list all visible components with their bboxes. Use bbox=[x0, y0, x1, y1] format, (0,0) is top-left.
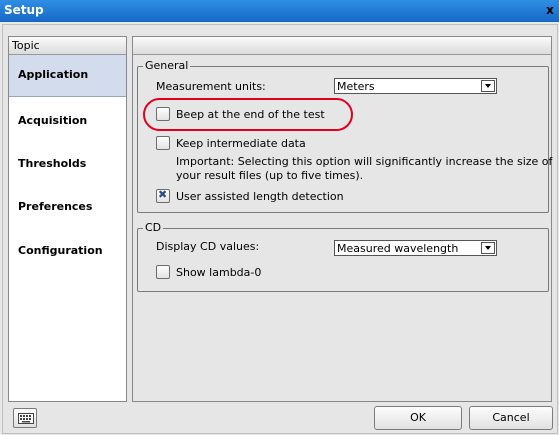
display-cd-select[interactable]: Measured wavelength bbox=[334, 240, 497, 256]
show-lambda-label: Show lambda-0 bbox=[176, 266, 262, 279]
ok-button[interactable]: OK bbox=[374, 406, 462, 430]
topic-item-label: Configuration bbox=[18, 244, 103, 257]
keep-intermediate-label: Keep intermediate data bbox=[176, 137, 306, 150]
measurement-units-label: Measurement units: bbox=[156, 80, 266, 93]
display-cd-value: Measured wavelength bbox=[337, 242, 459, 255]
topic-item-label: Thresholds bbox=[18, 157, 87, 170]
topic-header-label: Topic bbox=[12, 39, 40, 52]
important-note-line1: Important: Selecting this option will si… bbox=[176, 155, 553, 168]
show-lambda-checkbox[interactable] bbox=[156, 265, 170, 279]
topic-item-label: Application bbox=[18, 68, 89, 81]
display-cd-label: Display CD values: bbox=[156, 240, 260, 253]
measurement-units-value: Meters bbox=[337, 80, 375, 93]
user-assisted-checkbox[interactable] bbox=[156, 188, 170, 203]
topic-item-thresholds[interactable]: Thresholds bbox=[9, 144, 126, 185]
setup-window: Setup x Topic Application Acquisition Th… bbox=[0, 0, 559, 435]
close-icon[interactable]: x bbox=[543, 2, 557, 18]
general-legend: General bbox=[143, 59, 191, 72]
topic-item-label: Preferences bbox=[18, 200, 93, 213]
cd-legend: CD bbox=[143, 221, 164, 234]
highlight-annotation bbox=[143, 98, 353, 131]
topic-item-configuration[interactable]: Configuration bbox=[9, 231, 126, 272]
topic-item-preferences[interactable]: Preferences bbox=[9, 187, 126, 228]
topic-item-label: Acquisition bbox=[18, 114, 88, 127]
settings-panel-header bbox=[133, 37, 551, 55]
topic-panel: Topic Application Acquisition Thresholds… bbox=[8, 36, 127, 402]
topic-item-acquisition[interactable]: Acquisition bbox=[9, 101, 126, 142]
chevron-down-icon[interactable] bbox=[481, 242, 495, 254]
keep-intermediate-checkbox[interactable] bbox=[156, 136, 170, 150]
user-assisted-label: User assisted length detection bbox=[176, 190, 344, 203]
topic-header: Topic bbox=[9, 37, 126, 55]
cancel-button[interactable]: Cancel bbox=[469, 406, 553, 430]
window-title: Setup bbox=[4, 3, 44, 17]
cd-group: CD bbox=[137, 222, 549, 292]
keyboard-button[interactable] bbox=[13, 408, 37, 428]
chevron-down-icon[interactable] bbox=[481, 80, 495, 92]
topic-item-application[interactable]: Application bbox=[9, 55, 126, 97]
important-note-line2: your result files (up to five times). bbox=[176, 169, 364, 182]
keyboard-icon bbox=[18, 413, 34, 424]
measurement-units-select[interactable]: Meters bbox=[334, 78, 497, 94]
title-bar: Setup x bbox=[0, 0, 559, 22]
